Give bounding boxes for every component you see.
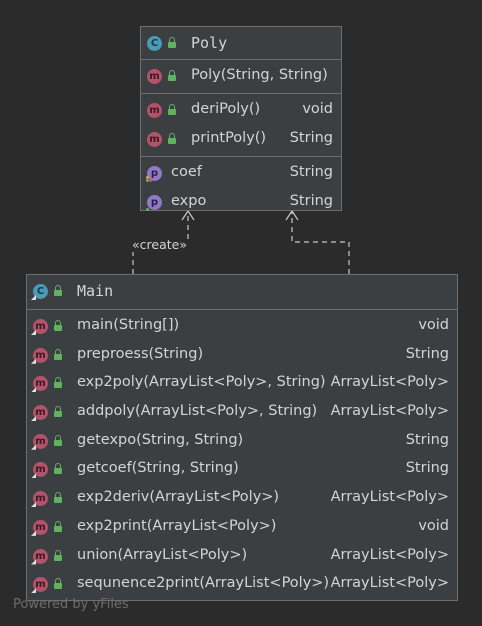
poly-methods-section: m deriPoly() void m printPoly() String bbox=[141, 94, 341, 157]
field-name: expo bbox=[171, 193, 207, 209]
public-lock-icon bbox=[54, 463, 62, 475]
method-name: printPoly() bbox=[191, 130, 267, 146]
field-type: String bbox=[289, 164, 333, 180]
method-name: getexpo(String, String) bbox=[77, 431, 244, 448]
method-name: union(ArrayList<Poly>) bbox=[77, 546, 248, 563]
method-return-type: void bbox=[302, 101, 333, 117]
create-stereotype-label: «create» bbox=[132, 237, 187, 252]
method-name: preproess(String) bbox=[77, 345, 204, 362]
public-lock-icon bbox=[54, 520, 62, 532]
method-name: sequnence2print(ArrayList<Poly>) bbox=[77, 575, 330, 592]
method-row[interactable]: m getcoef(String, String) String bbox=[27, 455, 457, 484]
method-return-type: void bbox=[418, 317, 449, 333]
method-row[interactable]: m exp2print(ArrayList<Poly>) void bbox=[27, 513, 457, 542]
main-class-name: Main bbox=[77, 282, 114, 300]
public-lock-icon bbox=[54, 549, 62, 561]
method-row[interactable]: m union(ArrayList<Poly>) ArrayList<Poly> bbox=[27, 542, 457, 571]
public-lock-icon bbox=[168, 70, 176, 81]
method-return-type: ArrayList<Poly> bbox=[330, 489, 449, 506]
method-m-icon: m bbox=[147, 103, 162, 118]
public-lock-icon bbox=[168, 133, 176, 144]
constructor-row[interactable]: m Poly(String, String) bbox=[141, 62, 341, 91]
method-row[interactable]: m exp2deriv(ArrayList<Poly>) ArrayList<Pol… bbox=[27, 484, 457, 513]
public-lock-icon bbox=[168, 37, 176, 48]
powered-by-footer: Powered by yFiles bbox=[13, 597, 129, 612]
public-lock-icon bbox=[54, 320, 62, 331]
method-name: exp2deriv(ArrayList<Poly>) bbox=[77, 489, 280, 506]
field-type: String bbox=[289, 193, 333, 209]
poly-class-node[interactable]: C Poly m Poly(String, String) m deriPoly… bbox=[140, 26, 342, 211]
method-name: deriPoly() bbox=[191, 101, 261, 117]
constructor-name: Poly(String, String) bbox=[191, 67, 328, 83]
method-row[interactable]: m preproess(String) String bbox=[27, 341, 457, 370]
method-row[interactable]: m main(String[]) void bbox=[27, 312, 457, 341]
main-class-header[interactable]: C Main bbox=[27, 275, 457, 310]
method-row[interactable]: m deriPoly() void bbox=[141, 96, 341, 125]
static-arrow-icon bbox=[31, 387, 36, 393]
public-lock-icon bbox=[54, 492, 62, 504]
method-m-icon: m bbox=[147, 132, 162, 147]
poly-fields-section: p coef String p expo String bbox=[141, 157, 341, 219]
method-name: exp2poly(ArrayList<Poly>, String) bbox=[77, 374, 326, 391]
poly-class-name: Poly bbox=[191, 34, 228, 52]
public-lock-icon bbox=[168, 104, 176, 115]
method-name: main(String[]) bbox=[77, 317, 180, 333]
method-row[interactable]: m sequnence2print(ArrayList<Poly>) ArrayLi… bbox=[27, 570, 457, 599]
public-lock-icon bbox=[54, 434, 62, 446]
method-return-type: ArrayList<Poly> bbox=[330, 403, 449, 420]
usage-dependency-edge[interactable] bbox=[291, 211, 350, 274]
method-name: getcoef(String, String) bbox=[77, 460, 239, 477]
method-return-type: ArrayList<Poly> bbox=[330, 374, 449, 391]
public-lock-icon bbox=[54, 578, 62, 590]
poly-class-header[interactable]: C Poly bbox=[141, 27, 341, 60]
class-c-icon: C bbox=[147, 36, 162, 51]
public-lock-icon bbox=[54, 285, 62, 296]
main-class-node[interactable]: C Main m main(String[]) void m preproess(Str… bbox=[26, 274, 458, 601]
poly-constructors-section: m Poly(String, String) bbox=[141, 60, 341, 94]
method-name: exp2print(ArrayList<Poly>) bbox=[77, 517, 277, 534]
method-return-type: String bbox=[405, 431, 449, 448]
method-row[interactable]: m getexpo(String, String) String bbox=[27, 427, 457, 456]
field-name: coef bbox=[171, 164, 202, 180]
main-methods-section: m main(String[]) void m preproess(String) Str… bbox=[27, 310, 457, 601]
public-lock-icon bbox=[54, 377, 62, 389]
method-return-type: ArrayList<Poly> bbox=[330, 575, 449, 592]
public-lock-icon bbox=[54, 348, 62, 360]
method-row[interactable]: m exp2poly(ArrayList<Poly>, String) ArrayL… bbox=[27, 369, 457, 398]
field-modifier-icon bbox=[146, 205, 152, 211]
method-return-type: void bbox=[418, 517, 449, 534]
method-row[interactable]: m addpoly(ArrayList<Poly>, String) ArrayLi… bbox=[27, 398, 457, 427]
method-return-type: String bbox=[405, 460, 449, 477]
method-name: addpoly(ArrayList<Poly>, String) bbox=[77, 403, 318, 420]
field-row[interactable]: p coef String bbox=[141, 159, 341, 188]
field-row[interactable]: p expo String bbox=[141, 188, 341, 217]
method-return-type: String bbox=[289, 130, 333, 146]
field-modifier-icon bbox=[146, 176, 152, 182]
static-arrow-icon bbox=[31, 473, 36, 479]
method-m-icon: m bbox=[147, 69, 162, 84]
method-row[interactable]: m printPoly() String bbox=[141, 125, 341, 154]
public-lock-icon bbox=[54, 406, 62, 418]
method-return-type: String bbox=[405, 345, 449, 362]
method-return-type: ArrayList<Poly> bbox=[330, 546, 449, 563]
